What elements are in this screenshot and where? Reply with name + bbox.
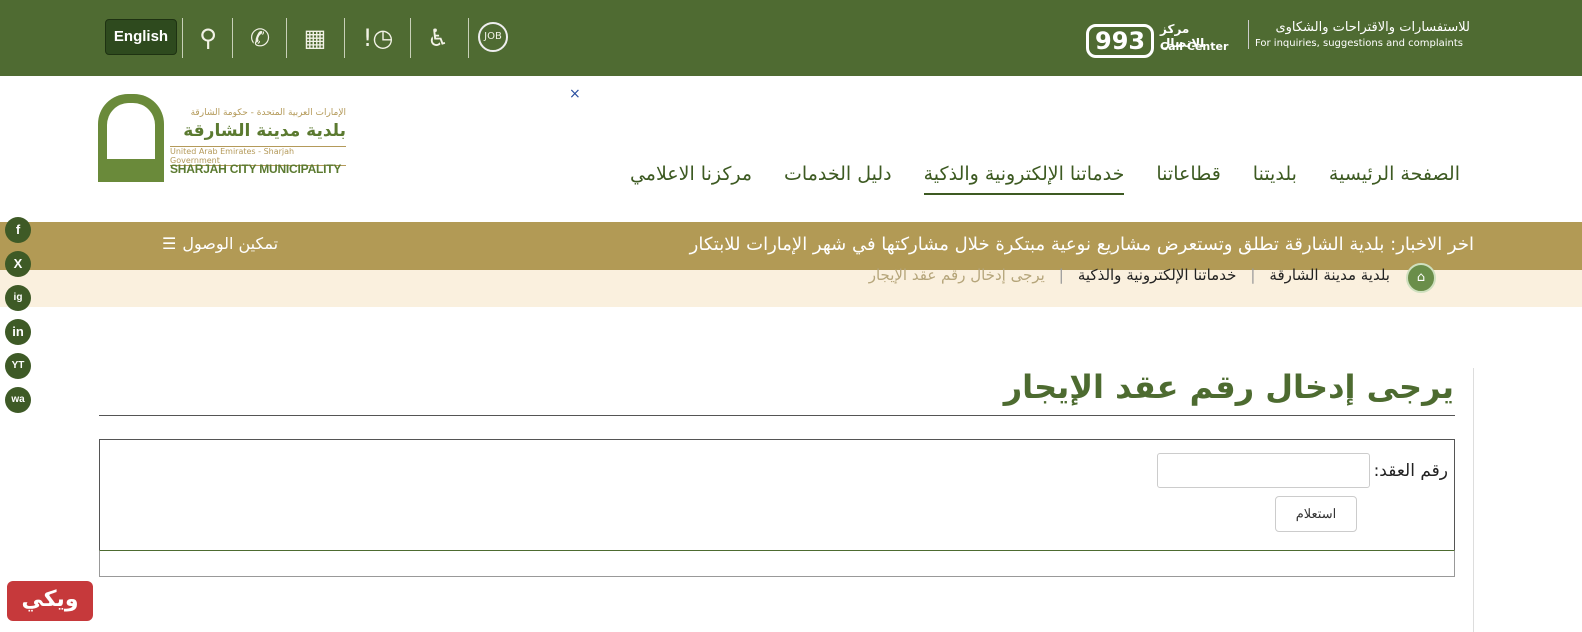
accessibility-label: تمكين الوصول	[182, 234, 279, 253]
breadcrumb-separator: |	[1058, 266, 1064, 284]
complaints-en: For inquiries, suggestions and complaint…	[1255, 38, 1463, 49]
close-icon[interactable]: ×	[569, 86, 581, 102]
logo-line1: الإمارات العربية المتحدة - حكومة الشارقة	[190, 108, 346, 118]
logo-emblem	[98, 94, 164, 182]
accessibility-icon[interactable]: ♿	[420, 20, 456, 56]
linkedin-icon[interactable]: in	[5, 319, 31, 345]
wiki-badge[interactable]: ويكي	[7, 581, 93, 621]
logo-line4: SHARJAH CITY MUNICIPALITY	[170, 162, 342, 176]
breadcrumb-separator: |	[1250, 266, 1256, 284]
x-twitter-icon[interactable]: X	[5, 251, 31, 277]
divider	[1473, 368, 1474, 632]
main-nav: الصفحة الرئيسية بلديتنا قطاعاتنا خدماتنا…	[630, 163, 1460, 195]
facebook-icon[interactable]: f	[5, 217, 31, 243]
call-center-en: Call Center	[1160, 40, 1229, 53]
divider	[286, 18, 287, 58]
instagram-icon[interactable]: ig	[5, 285, 31, 311]
top-bar: English ⚲ ✆ ▦ !◷ ♿ JOB 993 مركز الاتصال …	[0, 0, 1582, 76]
complaint-clock-icon[interactable]: !◷	[358, 20, 398, 56]
nav-home[interactable]: الصفحة الرئيسية	[1329, 163, 1460, 195]
complaints-ar: للاستفسارات والاقتراحات والشكاوى	[1275, 20, 1470, 35]
sliders-icon: ☰	[162, 234, 177, 253]
logo-line2: بلدية مدينة الشارقة	[183, 121, 346, 141]
inquiry-button[interactable]: استعلام	[1275, 496, 1357, 532]
breadcrumb-item[interactable]: بلدية مدينة الشارقة	[1269, 266, 1390, 284]
news-ticker: اخر الاخبار: بلدية الشارقة تطلق وتستعرض …	[0, 222, 1582, 270]
whatsapp-icon[interactable]: wa	[5, 387, 31, 413]
call-center[interactable]: 993 مركز الاتصال Call Center	[1086, 18, 1236, 62]
phone-icon[interactable]: ✆	[242, 20, 278, 56]
logo[interactable]: الإمارات العربية المتحدة - حكومة الشارقة…	[98, 94, 348, 182]
contract-number-input[interactable]	[1157, 453, 1370, 488]
home-icon[interactable]: ⌂	[1406, 263, 1436, 293]
title-underline	[99, 415, 1455, 416]
call-center-number: 993	[1086, 24, 1155, 58]
nav-eservices[interactable]: خدماتنا الإلكترونية والذكية	[923, 163, 1125, 195]
divider	[182, 18, 183, 58]
divider	[232, 18, 233, 58]
breadcrumb: ⌂ بلدية مدينة الشارقة | خدماتنا الإلكترو…	[0, 263, 1582, 307]
search-icon[interactable]: ⚲	[190, 20, 226, 56]
divider	[468, 18, 469, 58]
accessibility-button[interactable]: تمكين الوصول ☰	[162, 234, 278, 253]
job-search-icon[interactable]: JOB	[478, 22, 508, 52]
nav-media-center[interactable]: مركزنا الاعلامي	[630, 163, 752, 195]
contract-number-label: رقم العقد:	[1373, 461, 1448, 481]
sitemap-icon[interactable]: ▦	[297, 20, 333, 56]
news-text[interactable]: اخر الاخبار: بلدية الشارقة تطلق وتستعرض …	[690, 234, 1474, 255]
divider	[410, 18, 411, 58]
breadcrumb-current: يرجى إدخال رقم عقد الإيجار	[868, 266, 1045, 284]
nav-sectors[interactable]: قطاعاتنا	[1156, 163, 1220, 195]
complaints-text: للاستفسارات والاقتراحات والشكاوى For inq…	[1248, 20, 1470, 49]
breadcrumb-item[interactable]: خدماتنا الإلكترونية والذكية	[1078, 266, 1237, 284]
youtube-icon[interactable]: YT	[5, 353, 31, 379]
page-title: يرجى إدخال رقم عقد الإيجار	[1003, 368, 1454, 406]
divider	[344, 18, 345, 58]
nav-services-guide[interactable]: دليل الخدمات	[784, 163, 892, 195]
form-footer	[99, 550, 1455, 577]
english-button[interactable]: English	[105, 19, 177, 55]
nav-about[interactable]: بلديتنا	[1253, 163, 1297, 195]
